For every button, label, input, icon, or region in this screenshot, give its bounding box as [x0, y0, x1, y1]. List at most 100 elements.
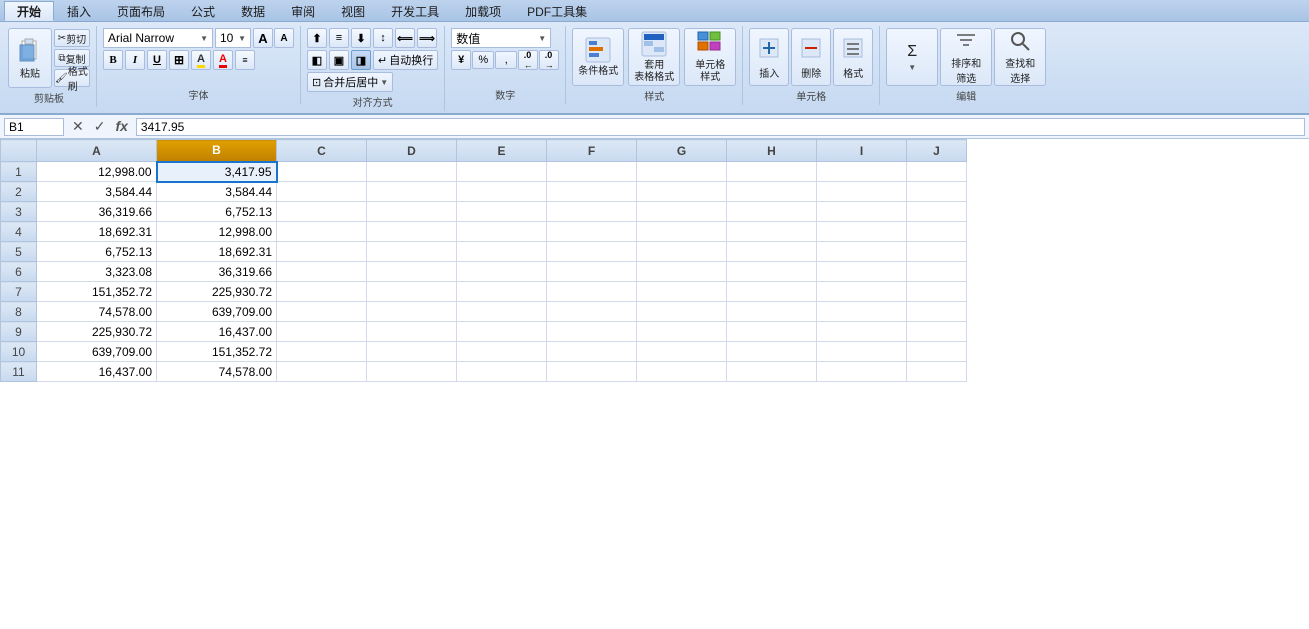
- empty-cell[interactable]: [817, 242, 907, 262]
- insert-cell-button[interactable]: 插入: [749, 28, 789, 86]
- empty-cell[interactable]: [727, 182, 817, 202]
- table-row[interactable]: 3,584.44: [37, 182, 157, 202]
- empty-cell[interactable]: [907, 342, 967, 362]
- empty-cell[interactable]: [637, 162, 727, 182]
- empty-cell[interactable]: [637, 262, 727, 282]
- row-header[interactable]: 8: [1, 302, 37, 322]
- table-row[interactable]: 12,998.00: [37, 162, 157, 182]
- col-header-I[interactable]: I: [817, 140, 907, 162]
- tab-data[interactable]: 数据: [228, 1, 278, 21]
- table-row[interactable]: 6,752.13: [157, 202, 277, 222]
- empty-cell[interactable]: [457, 282, 547, 302]
- col-header-A[interactable]: A: [37, 140, 157, 162]
- empty-cell[interactable]: [907, 222, 967, 242]
- table-row[interactable]: 639,709.00: [37, 342, 157, 362]
- align-right-button[interactable]: ◨: [351, 50, 371, 70]
- align-bottom-button[interactable]: ⬇: [351, 28, 371, 48]
- col-header-H[interactable]: H: [727, 140, 817, 162]
- bold-button[interactable]: B: [103, 50, 123, 70]
- empty-cell[interactable]: [457, 262, 547, 282]
- empty-cell[interactable]: [457, 322, 547, 342]
- paste-button[interactable]: 粘贴: [8, 28, 52, 88]
- empty-cell[interactable]: [277, 202, 367, 222]
- empty-cell[interactable]: [547, 342, 637, 362]
- empty-cell[interactable]: [277, 342, 367, 362]
- table-row[interactable]: 3,417.95: [157, 162, 277, 182]
- row-header[interactable]: 1: [1, 162, 37, 182]
- empty-cell[interactable]: [277, 262, 367, 282]
- empty-cell[interactable]: [817, 362, 907, 382]
- row-header[interactable]: 9: [1, 322, 37, 342]
- table-format-button[interactable]: 套用 表格格式: [628, 28, 680, 86]
- wrap-text-button[interactable]: ↵ 自动换行: [373, 50, 438, 70]
- empty-cell[interactable]: [457, 342, 547, 362]
- empty-cell[interactable]: [817, 262, 907, 282]
- table-row[interactable]: 6,752.13: [37, 242, 157, 262]
- empty-cell[interactable]: [727, 262, 817, 282]
- row-header[interactable]: 7: [1, 282, 37, 302]
- table-row[interactable]: 3,584.44: [157, 182, 277, 202]
- empty-cell[interactable]: [637, 242, 727, 262]
- empty-cell[interactable]: [727, 222, 817, 242]
- empty-cell[interactable]: [277, 162, 367, 182]
- insert-function-icon[interactable]: fx: [111, 118, 131, 135]
- underline-button[interactable]: U: [147, 50, 167, 70]
- empty-cell[interactable]: [907, 202, 967, 222]
- empty-cell[interactable]: [277, 182, 367, 202]
- empty-cell[interactable]: [637, 282, 727, 302]
- empty-cell[interactable]: [727, 282, 817, 302]
- empty-cell[interactable]: [817, 182, 907, 202]
- empty-cell[interactable]: [817, 342, 907, 362]
- col-header-C[interactable]: C: [277, 140, 367, 162]
- empty-cell[interactable]: [637, 182, 727, 202]
- empty-cell[interactable]: [907, 262, 967, 282]
- table-row[interactable]: 225,930.72: [157, 282, 277, 302]
- empty-cell[interactable]: [637, 322, 727, 342]
- empty-cell[interactable]: [727, 162, 817, 182]
- empty-cell[interactable]: [727, 302, 817, 322]
- empty-cell[interactable]: [367, 342, 457, 362]
- col-header-B[interactable]: B: [157, 140, 277, 162]
- indent-decrease-button[interactable]: ⟸: [395, 28, 415, 48]
- tab-developer[interactable]: 开发工具: [378, 1, 452, 21]
- empty-cell[interactable]: [637, 342, 727, 362]
- confirm-formula-icon[interactable]: ✓: [90, 118, 110, 135]
- empty-cell[interactable]: [367, 282, 457, 302]
- table-row[interactable]: 225,930.72: [37, 322, 157, 342]
- comma-button[interactable]: ,: [495, 51, 517, 69]
- increase-font-button[interactable]: A: [253, 28, 273, 48]
- align-left-button[interactable]: ◧: [307, 50, 327, 70]
- table-row[interactable]: 12,998.00: [157, 222, 277, 242]
- empty-cell[interactable]: [277, 282, 367, 302]
- empty-cell[interactable]: [367, 162, 457, 182]
- delete-cell-button[interactable]: 删除: [791, 28, 831, 86]
- empty-cell[interactable]: [547, 322, 637, 342]
- tab-formula[interactable]: 公式: [178, 1, 228, 21]
- table-row[interactable]: 36,319.66: [37, 202, 157, 222]
- italic-button[interactable]: I: [125, 50, 145, 70]
- empty-cell[interactable]: [547, 262, 637, 282]
- empty-cell[interactable]: [907, 182, 967, 202]
- empty-cell[interactable]: [367, 182, 457, 202]
- col-header-E[interactable]: E: [457, 140, 547, 162]
- empty-cell[interactable]: [457, 202, 547, 222]
- table-row[interactable]: 74,578.00: [157, 362, 277, 382]
- tab-layout[interactable]: 页面布局: [104, 1, 178, 21]
- align-top-button[interactable]: ⬆: [307, 28, 327, 48]
- table-row[interactable]: 74,578.00: [37, 302, 157, 322]
- empty-cell[interactable]: [907, 242, 967, 262]
- empty-cell[interactable]: [727, 202, 817, 222]
- font-more-button[interactable]: ≡: [235, 50, 255, 70]
- col-header-J[interactable]: J: [907, 140, 967, 162]
- empty-cell[interactable]: [547, 242, 637, 262]
- font-color-button[interactable]: A: [213, 50, 233, 70]
- percent-button[interactable]: %: [472, 51, 494, 69]
- border-button[interactable]: ⊞: [169, 50, 189, 70]
- row-header[interactable]: 11: [1, 362, 37, 382]
- indent-increase-button[interactable]: ⟹: [417, 28, 437, 48]
- format-painter-button[interactable]: 🖌 格式刷: [54, 69, 90, 87]
- empty-cell[interactable]: [817, 322, 907, 342]
- font-name-dropdown[interactable]: Arial Narrow ▼: [103, 28, 213, 48]
- cancel-formula-icon[interactable]: ✕: [68, 118, 88, 135]
- number-format-dropdown[interactable]: 数值 ▼: [451, 28, 551, 48]
